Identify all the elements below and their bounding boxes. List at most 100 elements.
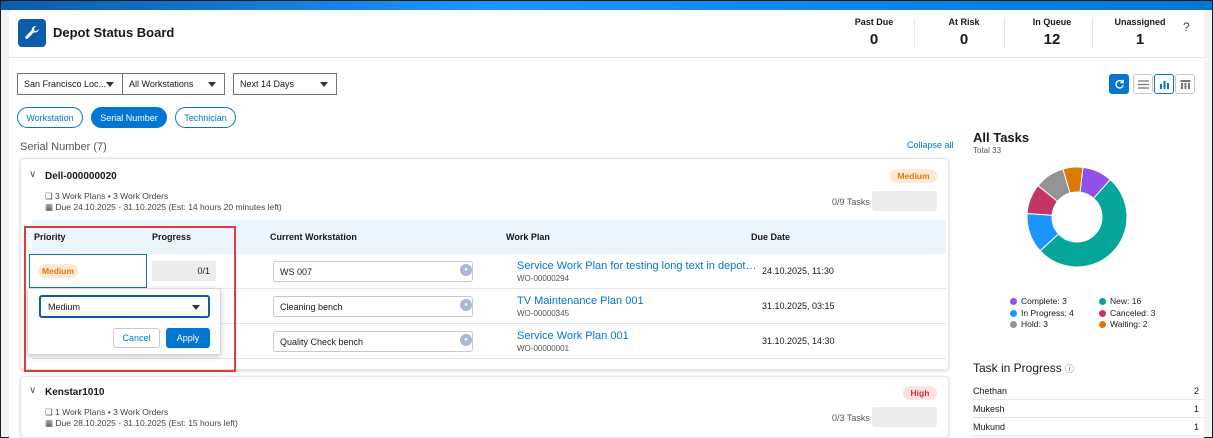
card-due: ▦ Due 24.10.2025 - 31.10.2025 (Est: 14 h… [45,202,282,213]
work-order-id: WO-00000001 [517,344,570,353]
stat-in-queue[interactable]: In Queue 12 [1017,17,1087,48]
workstation-value: Cleaning bench [280,301,343,312]
workplan-link[interactable]: Service Work Plan 001 [517,330,757,342]
refresh-button[interactable] [1109,74,1129,94]
legend-item: Waiting: 2 [1099,319,1147,329]
due-date: 31.10.2025, 14:30 [762,336,835,346]
workstation-input[interactable]: Cleaning bench [273,296,473,317]
calendar-icon: ▦ [45,418,54,428]
all-tasks-total: Total 33 [973,146,1002,155]
workstation-value: WS 007 [280,266,313,277]
stat-past-due[interactable]: Past Due 0 [839,17,909,48]
workstation-select[interactable]: All Workstations [122,73,225,95]
lookup-icon[interactable]: ● [460,264,472,276]
work-order-id: WO-00000294 [517,274,570,283]
col-workstation[interactable]: Current Workstation [270,232,357,242]
stat-value: 0 [959,31,969,48]
divider [1092,18,1093,48]
bar-chart-icon [1159,80,1169,89]
kanban-icon [1180,79,1190,89]
due-text: Due 24.10.2025 - 31.10.2025 (Est: 14 hou… [55,202,282,212]
legend-dot [1099,297,1106,305]
col-due[interactable]: Due Date [751,232,790,242]
all-tasks-title: All Tasks [973,130,1030,145]
chevron-down-icon[interactable]: ∨ [29,169,36,180]
legend-label: New: 16 [1110,296,1142,306]
list-view-button[interactable] [1133,74,1153,94]
tip-title-text: Task in Progress [973,361,1062,375]
chevron-down-icon [208,82,216,87]
tasks-progress-bar [872,191,937,211]
col-workplan[interactable]: Work Plan [506,232,550,242]
plans-text: 1 Work Plans • 3 Work Orders [55,407,169,417]
collapse-all-link[interactable]: Collapse all [907,140,954,150]
info-icon[interactable]: ⓘ [1065,364,1074,374]
tasks-progress-bar [872,407,937,427]
legend-item: Canceled: 3 [1099,308,1155,318]
tasks-count: 0/3 Tasks [832,413,870,423]
plans-text: 3 Work Plans • 3 Work Orders [55,191,169,201]
due-date: 31.10.2025, 03:15 [762,301,835,311]
legend-label: Hold: 3 [1021,319,1048,329]
workstation-value: All Workstations [129,79,194,89]
lookup-icon[interactable]: ● [460,334,472,346]
due-text: Due 28.10.2025 - 31.10.2025 (Est: 15 hou… [55,418,238,428]
card-plans: ❑ 3 Work Plans • 3 Work Orders [45,191,168,202]
location-value: San Francisco Loc... [24,79,107,89]
stat-label: Unassigned [1114,17,1166,27]
task-in-progress-title: Task in Progress ⓘ [973,361,1074,375]
calendar-icon: ▦ [45,202,54,212]
list-item: Mukund 1 [973,419,1203,436]
legend-dot [1099,309,1106,317]
legend-dot [1010,309,1017,317]
help-icon[interactable]: ? [1183,20,1190,34]
donut-chart [1026,166,1128,268]
workplan-link[interactable]: TV Maintenance Plan 001 [517,295,757,307]
workplan-link[interactable]: Service Work Plan for testing long text … [517,260,757,272]
tech-name: Mukund [973,422,1006,432]
serial-name: Kenstar1010 [45,387,105,398]
tasks-count: 0/9 Tasks [832,197,870,207]
list-item: Chethan 2 [973,383,1203,400]
groupby-workstation[interactable]: Workstation [17,107,83,128]
priority-badge: Medium [890,169,937,183]
wrench-icon [18,19,46,47]
tech-name: Chethan [973,386,1008,396]
workstation-input[interactable]: WS 007 [273,261,473,282]
date-range-select[interactable]: Next 14 Days [233,73,337,95]
list-icon [1137,79,1149,89]
board-view-button[interactable] [1175,74,1195,94]
legend-label: Waiting: 2 [1110,319,1148,329]
tech-count: 1 [1193,404,1199,414]
highlight-box [24,226,236,372]
list-item: Mukesh 1 [973,401,1203,418]
legend-dot [1099,320,1106,328]
tech-count: 1 [1193,422,1199,432]
legend-dot [1010,320,1017,328]
stat-label: Past Due [854,17,894,27]
work-order-id: WO-00000345 [517,309,570,318]
legend-item: Complete: 3 [1010,296,1067,306]
header: Depot Status Board Past Due 0 At Risk 0 … [9,10,1204,58]
stat-value: 0 [869,31,879,48]
groupby-serial-number[interactable]: Serial Number [91,107,167,128]
card-due: ▦ Due 28.10.2025 - 31.10.2025 (Est: 15 h… [45,418,238,429]
tech-count: 2 [1193,386,1199,396]
copy-icon: ❑ [45,191,53,201]
due-date: 24.10.2025, 11:30 [762,266,834,276]
legend-label: Complete: 3 [1021,296,1067,306]
workstation-value: Quality Check bench [280,336,364,347]
date-range-value: Next 14 Days [240,79,295,89]
stat-label: At Risk [948,17,980,27]
stat-unassigned[interactable]: Unassigned 1 [1105,17,1175,48]
location-select[interactable]: San Francisco Loc... [17,73,123,95]
legend-label: Canceled: 3 [1110,308,1156,318]
workstation-input[interactable]: Quality Check bench [273,331,473,352]
chevron-down-icon[interactable]: ∨ [29,385,36,396]
page-title: Depot Status Board [53,25,175,40]
lookup-icon[interactable]: ● [460,299,472,311]
legend-item: In Progress: 4 [1010,308,1074,318]
stat-at-risk[interactable]: At Risk 0 [929,17,999,48]
chart-view-button[interactable] [1154,74,1174,94]
groupby-technician[interactable]: Technician [175,107,236,128]
